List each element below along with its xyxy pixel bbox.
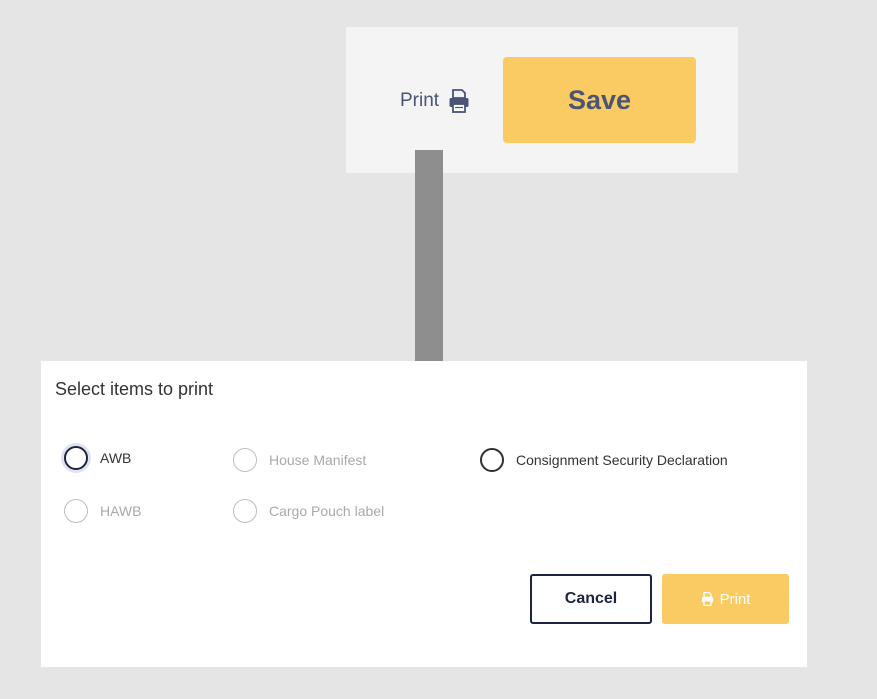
option-house-manifest: House Manifest (233, 448, 366, 472)
save-button[interactable]: Save (503, 57, 696, 143)
option-hawb: HAWB (64, 499, 141, 523)
print-link[interactable]: Print (400, 89, 470, 113)
option-label: Cargo Pouch label (269, 503, 385, 519)
option-cargo-pouch-label: Cargo Pouch label (233, 499, 384, 523)
print-dialog: Select items to print AWB House Manifest… (41, 361, 807, 667)
print-button[interactable]: Print (662, 574, 789, 624)
option-label: HAWB (100, 503, 142, 519)
print-button-label: Print (719, 590, 751, 608)
option-label: AWB (100, 450, 132, 466)
dialog-title: Select items to print (55, 379, 214, 399)
radio-button (64, 499, 88, 523)
printer-icon (701, 592, 714, 606)
option-label: House Manifest (269, 452, 367, 468)
option-awb[interactable]: AWB (64, 446, 131, 470)
cancel-button[interactable]: Cancel (530, 574, 652, 624)
option-consignment-security-declaration[interactable]: Consignment Security Declaration (480, 448, 728, 472)
option-label: Consignment Security Declaration (516, 452, 728, 468)
radio-button[interactable] (480, 448, 504, 472)
radio-button (233, 448, 257, 472)
printer-icon (448, 89, 470, 113)
radio-button[interactable] (64, 446, 88, 470)
radio-button (233, 499, 257, 523)
print-link-label: Print (400, 90, 440, 111)
